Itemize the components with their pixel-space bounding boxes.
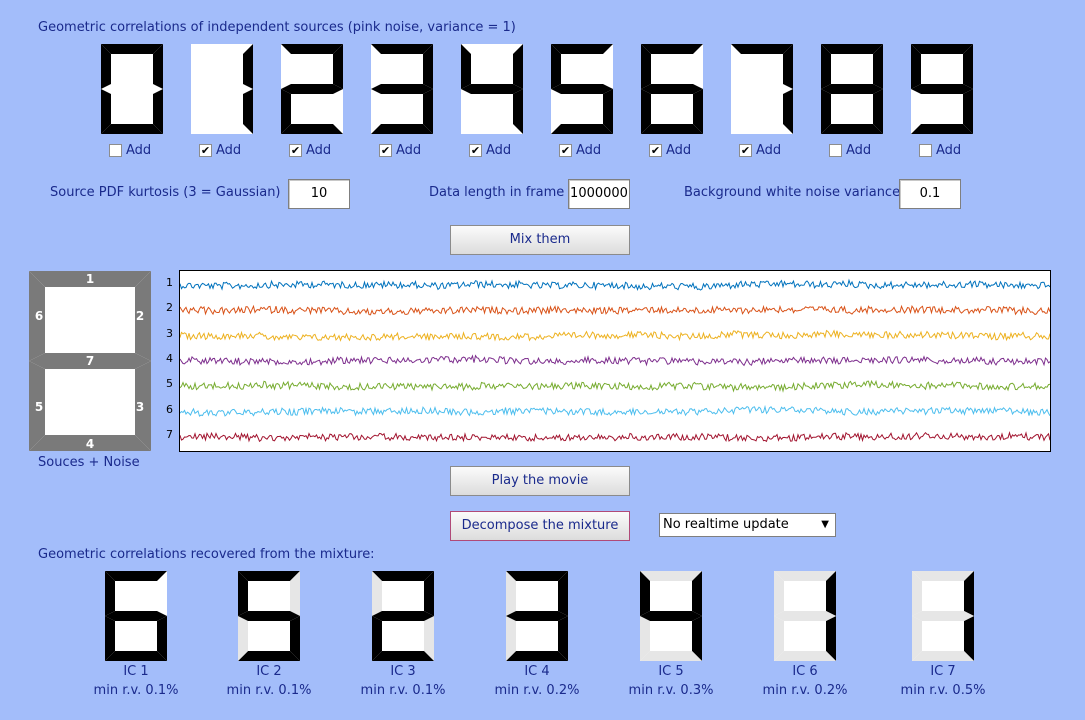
play-movie-button[interactable]: Play the movie: [450, 466, 630, 496]
source-digit-6: [641, 44, 703, 134]
decompose-button[interactable]: Decompose the mixture: [450, 511, 630, 541]
component-min-rv: min r.v. 0.1%: [93, 683, 179, 698]
data-length-label: Data length in frame: [429, 185, 565, 200]
component-name: IC 1: [123, 664, 149, 679]
component-name: IC 3: [390, 664, 416, 679]
mixture-traces-plot: [179, 270, 1051, 452]
trace-label: 2: [166, 301, 173, 315]
source-digit-4: [461, 44, 523, 134]
segment-diagram: 1 2 3 4 5 6 7: [29, 271, 151, 451]
source-digit-3: [371, 44, 433, 134]
add-label: Add: [396, 143, 422, 158]
component-name: IC 4: [524, 664, 550, 679]
trace-label: 7: [166, 428, 173, 441]
kurtosis-label: Source PDF kurtosis (3 = Gaussian): [50, 185, 281, 200]
recovered-component-image: [774, 571, 836, 661]
component-min-rv: min r.v. 0.1%: [360, 683, 446, 698]
segment-label: 6: [35, 309, 43, 323]
add-checkbox-2[interactable]: ✔ Add: [289, 143, 331, 158]
segment-label: 7: [86, 354, 94, 368]
kurtosis-input[interactable]: 10: [288, 179, 350, 209]
source-digit-2: [281, 44, 343, 134]
segment-label: 4: [86, 437, 94, 451]
add-label: Add: [306, 143, 332, 158]
update-mode-value: No realtime update: [663, 517, 789, 532]
trace-line-2: [179, 304, 1051, 316]
add-checkbox-5[interactable]: ✔ Add: [559, 143, 601, 158]
checkbox-checked-icon[interactable]: ✔: [559, 144, 572, 157]
add-checkbox-6[interactable]: ✔ Add: [649, 143, 691, 158]
add-checkbox-7[interactable]: ✔ Add: [739, 143, 781, 158]
recovered-component-image: [506, 571, 568, 661]
trace-line-4: [179, 354, 1051, 367]
segment-label: 2: [136, 309, 144, 323]
trace-label: 4: [166, 352, 173, 365]
sources-title: Geometric correlations of independent so…: [38, 20, 516, 35]
add-checkbox-4[interactable]: ✔ Add: [469, 143, 511, 158]
component-name: IC 7: [930, 664, 956, 679]
noise-variance-input[interactable]: 0.1: [899, 179, 961, 209]
checkbox-checked-icon[interactable]: ✔: [199, 144, 212, 157]
component-name: IC 6: [792, 664, 818, 679]
add-label: Add: [936, 143, 962, 158]
add-checkbox-9[interactable]: Add: [919, 143, 961, 158]
checkbox-unchecked-icon[interactable]: [829, 144, 842, 157]
data-length-input[interactable]: 1000000: [568, 179, 630, 209]
source-digit-0: [101, 44, 163, 134]
mix-button[interactable]: Mix them: [450, 225, 630, 255]
segment-label: 1: [86, 272, 94, 286]
add-label: Add: [126, 143, 152, 158]
component-min-rv: min r.v. 0.3%: [628, 683, 714, 698]
recovered-component-image: [912, 571, 974, 661]
source-digit-7: [731, 44, 793, 134]
source-digit-9: [911, 44, 973, 134]
recovered-component-image: [105, 571, 167, 661]
recovered-title: Geometric correlations recovered from th…: [38, 547, 375, 562]
component-min-rv: min r.v. 0.2%: [762, 683, 848, 698]
trace-line-3: [179, 329, 1051, 342]
checkbox-checked-icon[interactable]: ✔: [469, 144, 482, 157]
add-label: Add: [756, 143, 782, 158]
add-checkbox-1[interactable]: ✔ Add: [199, 143, 241, 158]
checkbox-checked-icon[interactable]: ✔: [379, 144, 392, 157]
component-min-rv: min r.v. 0.2%: [494, 683, 580, 698]
add-label: Add: [216, 143, 242, 158]
segment-diagram-caption: Souces + Noise: [38, 455, 140, 470]
trace-label: 1: [166, 276, 173, 289]
component-min-rv: min r.v. 0.1%: [226, 683, 312, 698]
source-digit-5: [551, 44, 613, 134]
segment-label: 3: [136, 400, 144, 414]
checkbox-checked-icon[interactable]: ✔: [649, 144, 662, 157]
source-digit-8: [821, 44, 883, 134]
checkbox-unchecked-icon[interactable]: [109, 144, 122, 157]
component-min-rv: min r.v. 0.5%: [900, 683, 986, 698]
recovered-component-image: [640, 571, 702, 661]
recovered-component-image: [238, 571, 300, 661]
source-digit-1: [191, 44, 253, 134]
trace-label: 5: [166, 377, 173, 391]
add-label: Add: [666, 143, 692, 158]
chevron-down-icon: ▼: [821, 519, 829, 530]
segment-label: 5: [35, 400, 43, 414]
add-checkbox-8[interactable]: Add: [829, 143, 871, 158]
update-mode-select[interactable]: No realtime update ▼: [659, 513, 836, 537]
noise-variance-label: Background white noise variance: [684, 185, 901, 200]
checkbox-unchecked-icon[interactable]: [919, 144, 932, 157]
trace-line-5: [179, 379, 1051, 393]
checkbox-checked-icon[interactable]: ✔: [739, 144, 752, 157]
trace-label: 3: [166, 326, 173, 340]
component-name: IC 2: [256, 664, 282, 679]
trace-line-7: [179, 431, 1051, 443]
add-checkbox-3[interactable]: ✔ Add: [379, 143, 421, 158]
add-label: Add: [576, 143, 602, 158]
add-checkbox-0[interactable]: Add: [109, 143, 151, 158]
component-name: IC 5: [658, 664, 684, 679]
trace-label: 6: [166, 402, 173, 416]
trace-line-6: [179, 404, 1051, 417]
trace-line-1: [179, 278, 1051, 291]
add-label: Add: [846, 143, 872, 158]
add-label: Add: [486, 143, 512, 158]
checkbox-checked-icon[interactable]: ✔: [289, 144, 302, 157]
recovered-component-image: [372, 571, 434, 661]
